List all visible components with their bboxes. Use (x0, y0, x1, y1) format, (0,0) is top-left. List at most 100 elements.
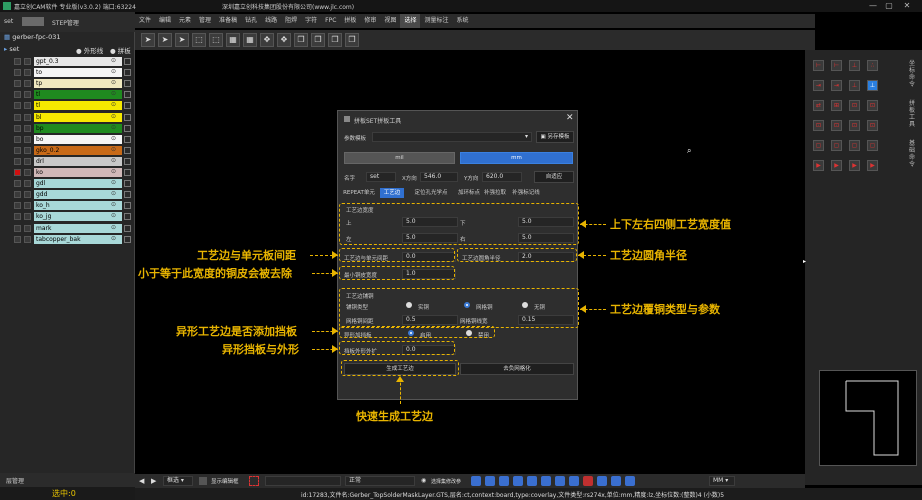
layer-row[interactable]: mark ⊙ (0, 223, 135, 234)
tool-icon[interactable]: ⊡ (813, 120, 824, 131)
panel-checkbox[interactable] (124, 180, 131, 188)
tool-icon[interactable]: ⊡ (849, 120, 860, 131)
bottom-tool-icon[interactable] (569, 476, 579, 486)
copy-icon[interactable]: ❐ (311, 33, 325, 47)
bottom-tool-icon[interactable] (471, 476, 481, 486)
layer-visible-checkbox[interactable] (14, 224, 21, 232)
tool-icon[interactable]: ⊡ (867, 100, 878, 111)
layer-visible-checkbox[interactable] (14, 213, 21, 221)
arrow-select-icon[interactable]: ➤ (141, 33, 155, 47)
dialog-tab[interactable]: 加环标点 (458, 188, 480, 198)
bottom-tool-icon[interactable] (499, 476, 509, 486)
panel-checkbox[interactable] (124, 80, 131, 88)
tool-icon[interactable]: ▶ (867, 160, 878, 171)
dialog-tab[interactable]: REPEAT单元 (340, 188, 378, 198)
layer-lock-checkbox[interactable] (24, 124, 31, 132)
layer-lock-checkbox[interactable] (24, 169, 31, 176)
tool-icon[interactable]: ⊥ (849, 80, 860, 91)
auto-fit-button[interactable]: 自适应 (534, 171, 574, 183)
layer-visible-checkbox[interactable] (14, 146, 21, 154)
panel-checkbox[interactable] (124, 58, 131, 65)
bottom-tool-icon[interactable] (597, 476, 607, 486)
move-icon[interactable]: ✥ (260, 33, 274, 47)
unit-dropdown[interactable]: MM ▾ (709, 476, 735, 486)
tool-icon[interactable]: ▶ (813, 160, 824, 171)
tool-icon[interactable]: ⊡ (867, 120, 878, 131)
bottom-tool-icon[interactable] (513, 476, 523, 486)
panel-checkbox[interactable] (124, 135, 131, 143)
layer-lock-checkbox[interactable] (24, 202, 31, 210)
tool-icon[interactable]: ⇄ (813, 100, 824, 111)
pick-label[interactable]: 选择集修改参 (431, 478, 461, 485)
menu-item[interactable]: 拼板 (340, 14, 360, 28)
snap-icon[interactable] (249, 476, 259, 486)
layer-row[interactable]: tl ⊙ (0, 89, 135, 100)
eye-icon[interactable]: ⊙ (111, 79, 116, 86)
bottom-tool-icon[interactable] (555, 476, 565, 486)
tool-icon[interactable]: ▶ (849, 160, 860, 171)
bottom-tool-icon[interactable] (611, 476, 621, 486)
eye-icon[interactable]: ⊙ (111, 212, 116, 219)
layer-row[interactable]: gdd ⊙ (0, 189, 135, 200)
panel-checkbox[interactable] (124, 169, 131, 176)
dialog-tab[interactable]: 补强标记线 (510, 188, 542, 198)
layer-row[interactable]: ko ⊙ (0, 167, 135, 178)
close-button[interactable]: ✕ (900, 1, 914, 11)
layer-lock-checkbox[interactable] (24, 80, 31, 88)
arrow-select-icon[interactable]: ➤ (158, 33, 172, 47)
panel-checkbox[interactable] (124, 213, 131, 221)
eye-icon[interactable]: ⊙ (111, 224, 116, 231)
layer-lock-checkbox[interactable] (24, 157, 31, 165)
menu-item[interactable]: 修审 (360, 14, 380, 28)
layer-visible-checkbox[interactable] (14, 80, 21, 88)
panel-checkbox[interactable] (124, 157, 131, 165)
dialog-close-icon[interactable]: ✕ (566, 113, 574, 123)
unit-mm-button[interactable]: mm (460, 152, 573, 164)
layer-row[interactable]: tl ⊙ (0, 100, 135, 111)
box-select-icon[interactable]: ⬚ (192, 33, 206, 47)
layer-visible-checkbox[interactable] (14, 235, 21, 243)
layer-visible-checkbox[interactable] (14, 102, 21, 110)
layer-row[interactable]: to ⊙ (0, 67, 135, 78)
right-panel-tab[interactable]: 拼板工具 (909, 100, 919, 128)
layer-row[interactable]: ko_jg ⊙ (0, 211, 135, 222)
color-swatch[interactable] (22, 17, 44, 26)
box-select-icon[interactable]: ⬚ (209, 33, 223, 47)
menu-item[interactable]: 文件 (135, 14, 155, 28)
tool-icon[interactable]: ⊞ (831, 100, 842, 111)
panel-checkbox[interactable] (124, 102, 131, 110)
layer-lock-checkbox[interactable] (24, 113, 31, 121)
bottom-tool-icon[interactable] (527, 476, 537, 486)
view-label[interactable]: 显示编辑框 (211, 477, 239, 485)
bottom-tool-icon[interactable] (541, 476, 551, 486)
eye-icon[interactable]: ⊙ (111, 235, 116, 242)
right-panel-tab[interactable]: 坐标命令 (909, 60, 919, 88)
tool-icon[interactable]: ▢ (867, 140, 878, 151)
tool-icon[interactable]: ▢ (849, 140, 860, 151)
eye-icon[interactable]: ⊙ (111, 190, 116, 197)
menu-item[interactable]: 管理 (195, 14, 215, 28)
layer-row[interactable]: bp ⊙ (0, 123, 135, 134)
copy-icon[interactable]: ❐ (328, 33, 342, 47)
layer-row[interactable]: ko_h ⊙ (0, 200, 135, 211)
tool-icon[interactable]: ⇥ (831, 80, 842, 91)
copy-icon[interactable]: ❐ (294, 33, 308, 47)
panel-checkbox[interactable] (124, 235, 131, 243)
layer-lock-checkbox[interactable] (24, 135, 31, 143)
layer-row[interactable]: gdl ⊙ (0, 178, 135, 189)
tool-icon[interactable]: ⊡ (831, 120, 842, 131)
layer-visible-checkbox[interactable] (14, 169, 21, 176)
layer-row[interactable]: tabcopper_bak ⊙ (0, 234, 135, 245)
move-icon[interactable]: ✥ (277, 33, 291, 47)
bottom-tool-icon[interactable] (625, 476, 635, 486)
tool-icon[interactable]: ▶ (831, 160, 842, 171)
panel-checkbox[interactable] (124, 224, 131, 232)
eye-icon[interactable]: ⊙ (111, 168, 116, 175)
filter-icon[interactable]: ◉ (421, 477, 426, 484)
tab-step-manage[interactable]: STEP管理 (52, 18, 79, 27)
layer-visible-checkbox[interactable] (14, 202, 21, 210)
minimize-button[interactable]: — (866, 1, 880, 11)
layer-visible-checkbox[interactable] (14, 69, 21, 77)
panel-checkbox[interactable] (124, 124, 131, 132)
maximize-button[interactable]: ▢ (882, 1, 896, 11)
